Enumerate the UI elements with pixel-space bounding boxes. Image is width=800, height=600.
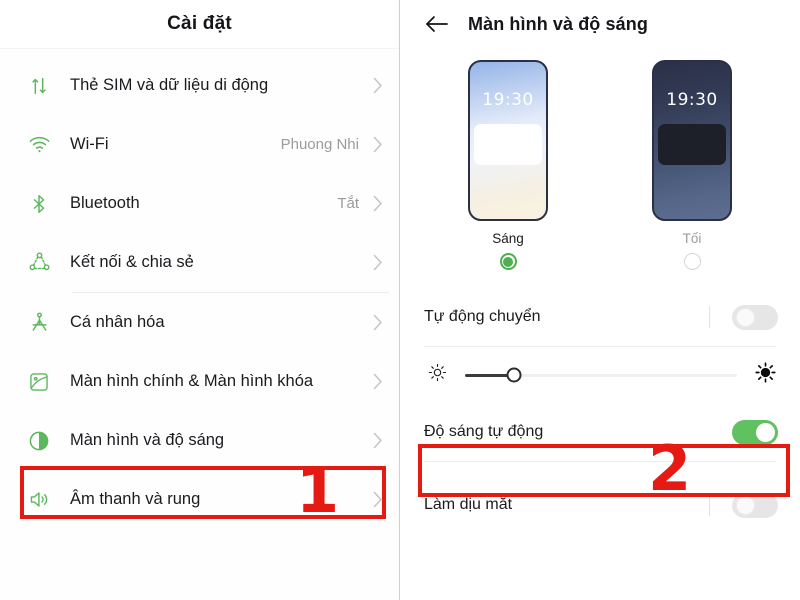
chevron-right-icon: [373, 491, 383, 508]
preview-card: [658, 124, 726, 165]
dark-theme-preview: 19:30: [652, 60, 732, 221]
sidebar-item-label: Màn hình và độ sáng: [70, 431, 225, 449]
connection-share-icon: [22, 251, 56, 274]
toggle-knob: [756, 422, 775, 442]
theme-option-dark[interactable]: 19:30 Tối: [648, 60, 736, 270]
chevron-right-icon: [373, 432, 383, 449]
preview-clock: 19:30: [666, 90, 718, 110]
row-separator: [709, 494, 710, 516]
sound-vibration-icon: [22, 488, 56, 511]
sidebar-item-label: Âm thanh và rung: [70, 490, 201, 508]
sidebar-item-wifi[interactable]: Wi-Fi Phuong Nhi: [0, 115, 399, 174]
bluetooth-icon: [22, 193, 56, 215]
chevron-right-icon: [373, 373, 383, 390]
sidebar-item-home-lock-screen[interactable]: Màn hình chính & Màn hình khóa: [0, 352, 399, 411]
theme-radio-dark[interactable]: [683, 253, 701, 270]
preview-clock: 19:30: [482, 90, 534, 110]
settings-list: Thẻ SIM và dữ liệu di động Wi-Fi Phuong …: [0, 48, 399, 529]
theme-radio-light[interactable]: [499, 253, 517, 270]
chevron-right-icon: [373, 314, 383, 331]
toggle-auto-switch[interactable]: [732, 304, 778, 330]
sidebar-item-display-brightness[interactable]: Màn hình và độ sáng: [0, 411, 399, 470]
sidebar-item-label: Bluetooth: [70, 194, 140, 212]
chevron-right-icon: [373, 136, 383, 153]
toggle-auto-brightness[interactable]: [732, 419, 778, 445]
detail-page-title: Màn hình và độ sáng: [468, 13, 648, 34]
row-label: Tự động chuyển: [424, 308, 541, 325]
chevron-right-icon: [373, 77, 383, 94]
row-label: Độ sáng tự động: [424, 423, 544, 440]
sidebar-item-sim[interactable]: Thẻ SIM và dữ liệu di động: [0, 56, 399, 115]
settings-screenshot: Cài đặt Thẻ SIM và dữ liệu di động Wi-Fi…: [0, 0, 800, 600]
sidebar-item-label: Màn hình chính & Màn hình khóa: [70, 372, 314, 390]
light-theme-preview: 19:30: [468, 60, 548, 221]
sidebar-item-bluetooth[interactable]: Bluetooth Tắt: [0, 174, 399, 233]
header-rule: [0, 48, 399, 49]
brightness-slider[interactable]: [465, 367, 737, 383]
theme-selector: 19:30 Sáng 19:30 Tối: [400, 60, 800, 270]
section-divider: [424, 461, 776, 462]
row-brightness-slider: [400, 347, 800, 403]
row-separator: [709, 306, 710, 328]
settings-list-panel: Cài đặt Thẻ SIM và dữ liệu di động Wi-Fi…: [0, 0, 400, 600]
toggle-knob: [736, 495, 755, 515]
wifi-network-value: Phuong Nhi: [280, 136, 359, 153]
right-header: Màn hình và độ sáng: [400, 0, 800, 48]
page-title: Cài đặt: [167, 13, 232, 34]
row-auto-brightness[interactable]: Độ sáng tự động: [400, 403, 800, 461]
chevron-right-icon: [373, 195, 383, 212]
sidebar-item-label: Thẻ SIM và dữ liệu di động: [70, 76, 269, 94]
slider-handle[interactable]: [506, 367, 522, 383]
row-label: Làm dịu mắt: [424, 496, 513, 513]
brightness-high-icon: [755, 362, 776, 388]
back-arrow-icon[interactable]: [424, 11, 450, 37]
sidebar-item-label: Kết nối & chia sẻ: [70, 253, 194, 271]
sidebar-item-label: Wi-Fi: [70, 135, 109, 153]
sidebar-item-connection-share[interactable]: Kết nối & chia sẻ: [0, 233, 399, 292]
theme-label: Sáng: [492, 231, 524, 246]
row-auto-switch[interactable]: Tự động chuyển: [400, 288, 800, 346]
sidebar-item-label: Cá nhân hóa: [70, 313, 165, 331]
toggle-eye-comfort[interactable]: [732, 492, 778, 518]
sidebar-item-sound-vibration[interactable]: Âm thanh và rung: [0, 470, 399, 529]
toggle-knob: [736, 307, 755, 327]
wifi-icon: [22, 133, 56, 156]
left-header: Cài đặt: [0, 0, 399, 48]
display-brightness-icon: [22, 429, 56, 453]
bluetooth-state-value: Tắt: [337, 195, 359, 212]
row-eye-comfort[interactable]: Làm dịu mắt: [400, 476, 800, 534]
theme-option-light[interactable]: 19:30 Sáng: [464, 60, 552, 270]
mobile-data-icon: [22, 75, 56, 97]
personalization-icon: [22, 311, 56, 334]
chevron-right-icon: [373, 254, 383, 271]
sidebar-item-personalization[interactable]: Cá nhân hóa: [0, 293, 399, 352]
home-lock-screen-icon: [22, 371, 56, 393]
display-brightness-panel: Màn hình và độ sáng 19:30 Sáng 19:30 Tối: [400, 0, 800, 600]
theme-label: Tối: [682, 231, 702, 246]
preview-card: [474, 124, 542, 165]
brightness-low-icon: [428, 363, 447, 387]
